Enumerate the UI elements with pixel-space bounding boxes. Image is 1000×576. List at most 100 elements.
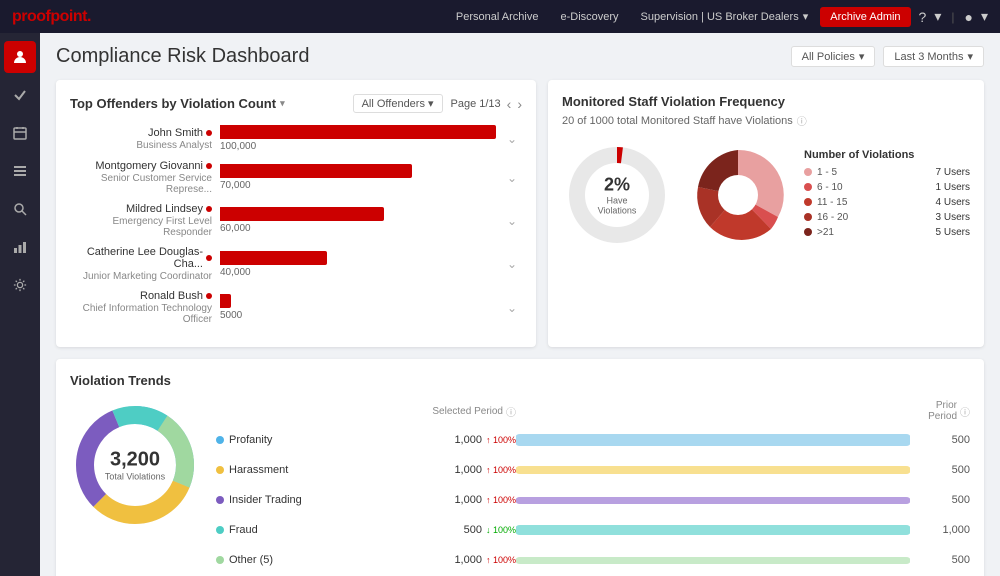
legend-users-2: 4 Users bbox=[936, 197, 970, 208]
freq-content: 2% Have Violations bbox=[562, 140, 970, 250]
sidebar-item-check[interactable] bbox=[4, 79, 36, 111]
trends-row-3: Fraud 500 ↓ 100% 1,000 bbox=[216, 518, 970, 542]
offender-name-2: Mildred Lindsey bbox=[126, 203, 203, 215]
sidebar-item-calendar[interactable] bbox=[4, 117, 36, 149]
cat-prior-1: 500 bbox=[910, 464, 970, 476]
expand-btn-0[interactable]: ⌄ bbox=[502, 132, 522, 146]
cat-name-4: Other (5) bbox=[229, 554, 273, 566]
have-violations-label: Have Violations bbox=[590, 196, 645, 216]
offenders-filter-dropdown: ▾ bbox=[428, 97, 434, 110]
nav-personal-archive[interactable]: Personal Archive bbox=[446, 7, 549, 27]
trends-row-2: Insider Trading 1,000 ↑ 100% 500 bbox=[216, 488, 970, 512]
top-offenders-header: Top Offenders by Violation Count ▾ All O… bbox=[70, 94, 522, 113]
expand-btn-4[interactable]: ⌄ bbox=[502, 301, 522, 315]
violation-dot-0 bbox=[206, 130, 212, 136]
bar-fill-0 bbox=[220, 125, 496, 139]
cat-name-3: Fraud bbox=[229, 524, 258, 536]
cat-selected-1: 1,000 bbox=[454, 464, 482, 476]
title-dropdown-icon[interactable]: ▾ bbox=[280, 98, 285, 109]
cat-prior-0: 500 bbox=[910, 434, 970, 446]
cat-sparkline-4 bbox=[516, 550, 910, 570]
logo-text: proofpoint. bbox=[12, 8, 91, 25]
trends-table-header: Selected Period ⓘ Prior Period ⓘ bbox=[216, 400, 970, 422]
violation-freq-subtitle: 20 of 1000 total Monitored Staff have Vi… bbox=[562, 113, 970, 128]
legend-users-0: 7 Users bbox=[936, 167, 970, 178]
help-icon[interactable]: ? bbox=[919, 9, 927, 25]
cat-selected-4: 1,000 bbox=[454, 554, 482, 566]
trends-total-num: 3,200 bbox=[105, 449, 165, 472]
cat-prior-2: 500 bbox=[910, 494, 970, 506]
bar-fill-2 bbox=[220, 207, 384, 221]
offender-name-0: John Smith bbox=[148, 127, 203, 139]
freq-info-icon[interactable]: ⓘ bbox=[797, 113, 807, 128]
offenders-filter-btn[interactable]: All Offenders ▾ bbox=[353, 94, 443, 113]
top-offenders-controls: All Offenders ▾ Page 1/13 ‹ › bbox=[353, 94, 522, 113]
cat-sparkline-0 bbox=[516, 430, 910, 450]
bar-value-3: 40,000 bbox=[220, 267, 502, 278]
trends-total-label: Total Violations bbox=[105, 472, 165, 482]
offender-role-1: Senior Customer Service Represe... bbox=[70, 173, 212, 195]
nav-links: Personal Archive e-Discovery Supervision… bbox=[446, 6, 911, 27]
offender-role-3: Junior Marketing Coordinator bbox=[70, 271, 212, 282]
have-violations-pct: 2% bbox=[590, 175, 645, 196]
expand-btn-2[interactable]: ⌄ bbox=[502, 214, 522, 228]
nav-ediscovery[interactable]: e-Discovery bbox=[550, 7, 628, 27]
nav-archive-admin[interactable]: Archive Admin bbox=[820, 7, 910, 27]
legend-title: Number of Violations bbox=[804, 149, 970, 161]
cat-name-0: Profanity bbox=[229, 434, 272, 446]
period-filter[interactable]: Last 3 Months ▾ bbox=[883, 46, 984, 67]
legend-range-3: 16 - 20 bbox=[817, 212, 931, 223]
legend-users-3: 3 Users bbox=[936, 212, 970, 223]
sidebar-item-list[interactable] bbox=[4, 155, 36, 187]
bar-fill-3 bbox=[220, 251, 327, 265]
sidebar-item-search[interactable] bbox=[4, 193, 36, 225]
top-navigation: proofpoint. Personal Archive e-Discovery… bbox=[0, 0, 1000, 33]
user-dropdown-icon[interactable]: ▾ bbox=[981, 8, 988, 25]
period-dropdown-icon: ▾ bbox=[967, 50, 973, 63]
trends-title: Violation Trends bbox=[70, 373, 970, 388]
top-offenders-card: Top Offenders by Violation Count ▾ All O… bbox=[56, 80, 536, 347]
bar-row-0: John Smith Business Analyst 100,000 ⌄ bbox=[70, 125, 522, 152]
sidebar-item-settings[interactable] bbox=[4, 269, 36, 301]
bar-row-1: Montgomery Giovanni Senior Customer Serv… bbox=[70, 160, 522, 195]
cat-dot-4 bbox=[216, 556, 224, 564]
prior-period-info[interactable]: ⓘ bbox=[960, 404, 970, 419]
top-row: Top Offenders by Violation Count ▾ All O… bbox=[56, 80, 984, 347]
prev-page-btn[interactable]: ‹ bbox=[507, 96, 512, 112]
cat-dot-0 bbox=[216, 436, 224, 444]
bar-value-2: 60,000 bbox=[220, 223, 502, 234]
help-dropdown-icon[interactable]: ▾ bbox=[934, 8, 941, 25]
violations-legend: Number of Violations 1 - 5 7 Users 6 - 1… bbox=[804, 149, 970, 242]
offender-role-4: Chief Information Technology Officer bbox=[70, 303, 212, 325]
legend-item-3: 16 - 20 3 Users bbox=[804, 212, 970, 223]
page-header: Compliance Risk Dashboard All Policies ▾… bbox=[56, 45, 984, 68]
page-title: Compliance Risk Dashboard bbox=[56, 45, 309, 68]
trends-row-1: Harassment 1,000 ↑ 100% 500 bbox=[216, 458, 970, 482]
offender-name-3: Catherine Lee Douglas-Cha... bbox=[70, 246, 203, 270]
cat-prior-3: 1,000 bbox=[910, 524, 970, 536]
offenders-bar-chart: John Smith Business Analyst 100,000 ⌄ bbox=[70, 125, 522, 325]
legend-range-4: >21 bbox=[817, 227, 931, 238]
offender-role-2: Emergency First Level Responder bbox=[70, 216, 212, 238]
cat-selected-0: 1,000 bbox=[454, 434, 482, 446]
sidebar bbox=[0, 33, 40, 576]
violation-freq-card: Monitored Staff Violation Frequency 20 o… bbox=[548, 80, 984, 347]
user-icon[interactable]: ● bbox=[965, 9, 973, 25]
cat-selected-3: 500 bbox=[464, 524, 482, 536]
nav-supervision[interactable]: Supervision | US Broker Dealers ▾ bbox=[631, 6, 819, 27]
bar-value-0: 100,000 bbox=[220, 141, 502, 152]
policy-filter[interactable]: All Policies ▾ bbox=[791, 46, 876, 67]
bar-row-3: Catherine Lee Douglas-Cha... Junior Mark… bbox=[70, 246, 522, 282]
trends-table: Selected Period ⓘ Prior Period ⓘ bbox=[216, 400, 970, 576]
cat-sparkline-2 bbox=[516, 490, 910, 510]
expand-btn-3[interactable]: ⌄ bbox=[502, 257, 522, 271]
selected-period-info[interactable]: ⓘ bbox=[506, 404, 516, 419]
legend-item-4: >21 5 Users bbox=[804, 227, 970, 238]
legend-dot-3 bbox=[804, 213, 812, 221]
next-page-btn[interactable]: › bbox=[517, 96, 522, 112]
expand-btn-1[interactable]: ⌄ bbox=[502, 171, 522, 185]
sidebar-item-profile[interactable] bbox=[4, 41, 36, 73]
nav-icons: ? ▾ | ● ▾ bbox=[919, 8, 988, 25]
sidebar-item-chart[interactable] bbox=[4, 231, 36, 263]
violation-dot-2 bbox=[206, 206, 212, 212]
